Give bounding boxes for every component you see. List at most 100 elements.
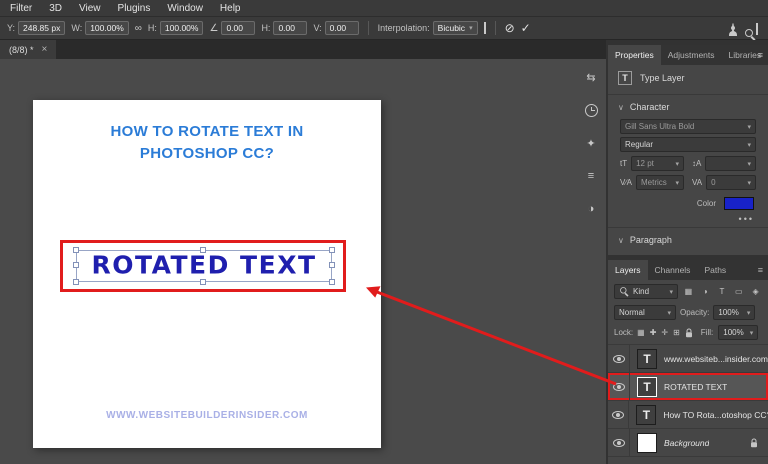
type-layer-row: T Type Layer (608, 65, 768, 91)
history-panel-icon[interactable] (581, 100, 601, 120)
lock-artboard-icon[interactable]: ⊞ (673, 328, 680, 337)
font-size-select[interactable]: 12 pt ▾ (631, 156, 684, 171)
font-style-select[interactable]: Regular ▾ (620, 137, 756, 152)
transform-handle[interactable] (200, 279, 206, 285)
layers-empty-area (608, 457, 768, 464)
kerning-icon: VA (692, 178, 702, 187)
kerning-select[interactable]: 0 ▾ (706, 175, 756, 190)
chevron-down-icon: ▾ (747, 141, 751, 149)
menu-window[interactable]: Window (167, 3, 203, 14)
lock-all-icon[interactable] (685, 328, 693, 338)
share-avatar-icon[interactable] (732, 24, 734, 34)
visibility-toggle[interactable] (608, 345, 630, 372)
layer-row-how-to-rotate[interactable]: T How TO Rota...otoshop CC? (608, 401, 768, 429)
interpolation-select[interactable]: Bicubic ▾ (433, 21, 478, 35)
width-input[interactable]: 100.00% (85, 21, 129, 35)
v-skew-input[interactable]: 0.00 (325, 21, 359, 35)
lock-transparent-pixels-icon[interactable]: ▦ (637, 328, 645, 337)
type-layer-label: Type Layer (640, 73, 685, 83)
menu-plugins[interactable]: Plugins (118, 3, 151, 14)
lock-position-icon[interactable]: ✛ (661, 328, 668, 337)
filter-smart-objects-icon[interactable]: ◈ (749, 285, 762, 299)
canvas-area[interactable]: HOW TO ROTATE TEXT IN PHOTOSHOP CC? ROTA… (0, 59, 606, 464)
chevron-down-icon: ∨ (618, 103, 624, 112)
tracking-select[interactable]: Metrics ▾ (636, 175, 684, 190)
chevron-down-icon: ▾ (747, 123, 751, 131)
layer-filter-kind-select[interactable]: Kind ▾ (614, 284, 678, 299)
menu-help[interactable]: Help (220, 3, 241, 14)
font-family-select[interactable]: Gill Sans Ultra Bold ▾ (620, 119, 756, 134)
lock-image-pixels-icon[interactable]: ✚ (650, 328, 657, 337)
width-label: W: (71, 23, 82, 33)
h-skew-input[interactable]: 0.00 (273, 21, 307, 35)
rotated-text-object[interactable]: ROTATED TEXT (77, 251, 331, 280)
height-input[interactable]: 100.00% (160, 21, 204, 35)
tab-channels[interactable]: Channels (648, 260, 698, 280)
clock-icon (585, 104, 598, 117)
document-tab-title: (8/8) * (9, 45, 34, 55)
tab-paths[interactable]: Paths (697, 260, 733, 280)
right-panels: Properties Adjustments Libraries ≡ T Typ… (608, 45, 768, 464)
workspace-switcher-icon[interactable] (756, 24, 758, 34)
layer-thumbnail: T (636, 405, 656, 425)
rotation-input[interactable]: 0.00 (221, 21, 255, 35)
chevron-down-icon: ∨ (618, 236, 624, 245)
panel-menu-icon[interactable]: ≡ (758, 260, 763, 280)
document-tab[interactable]: (8/8) * × (0, 40, 56, 59)
collapse-panels-icon[interactable]: ⇆ (581, 67, 601, 87)
layers-panel-tabs: Layers Channels Paths ≡ (608, 260, 768, 280)
leading-select[interactable]: ▾ (705, 156, 756, 171)
menu-3d[interactable]: 3D (49, 3, 62, 14)
commit-transform-button[interactable]: ✓ (521, 21, 531, 35)
cancel-transform-button[interactable]: ⊘ (505, 21, 515, 35)
layer-thumbnail: T (637, 377, 657, 397)
fill-select[interactable]: 100% ▾ (718, 325, 758, 340)
close-icon[interactable]: × (42, 44, 48, 55)
font-size-icon: tT (620, 159, 627, 168)
chevron-down-icon: ▾ (469, 24, 473, 32)
tab-layers[interactable]: Layers (608, 260, 648, 280)
layer-name: Background (664, 438, 709, 448)
paragraph-section-header[interactable]: ∨ Paragraph (608, 231, 768, 255)
eye-icon (613, 355, 625, 363)
character-section-header[interactable]: ∨ Character (608, 98, 768, 116)
filter-shape-layers-icon[interactable]: ▭ (732, 285, 745, 299)
visibility-toggle[interactable] (608, 401, 629, 428)
opacity-select[interactable]: 100% ▾ (713, 305, 755, 320)
transform-handle[interactable] (329, 279, 335, 285)
layer-row-background[interactable]: Background (608, 429, 768, 457)
y-input[interactable]: 248.85 px (18, 21, 65, 35)
text-color-swatch[interactable] (724, 197, 754, 210)
warp-mode-toggle[interactable] (484, 23, 486, 33)
chevron-down-icon: ▾ (747, 179, 751, 187)
rotation-field: ∠ 0.00 (209, 21, 255, 35)
visibility-toggle[interactable] (608, 429, 630, 456)
clone-source-panel-icon[interactable]: ≡ (581, 166, 601, 186)
font-size-group: tT 12 pt ▾ (620, 156, 684, 171)
blend-mode-select[interactable]: Normal ▾ (614, 305, 676, 320)
menu-view[interactable]: View (79, 3, 101, 14)
tracking-kerning-row: V∕A Metrics ▾ VA 0 ▾ (620, 175, 756, 190)
layer-row-website-url[interactable]: T www.websiteb...insider.com (608, 345, 768, 373)
maintain-aspect-link-icon[interactable]: ∞ (135, 23, 142, 34)
layer-name: www.websiteb...insider.com (664, 354, 768, 364)
visibility-toggle[interactable] (608, 373, 630, 400)
tracking-group: V∕A Metrics ▾ (620, 175, 684, 190)
layer-filter-row: Kind ▾ ▦ ◑ T ▭ ◈ (608, 280, 768, 303)
more-options[interactable]: ••• (622, 214, 754, 224)
transform-handle[interactable] (73, 279, 79, 285)
adjust-panel-icon[interactable]: ◑ (581, 199, 601, 219)
layer-row-rotated-text[interactable]: T ROTATED TEXT (608, 373, 768, 401)
brushes-panel-icon[interactable]: ✦ (581, 133, 601, 153)
menu-filter[interactable]: Filter (10, 3, 32, 14)
panel-menu-icon[interactable]: ≡ (758, 45, 763, 65)
filter-pixel-layers-icon[interactable]: ▦ (682, 285, 695, 299)
photoshop-window: Filter 3D View Plugins Window Help Y: 24… (0, 0, 768, 464)
tab-properties[interactable]: Properties (608, 45, 661, 65)
filter-adjustment-layers-icon[interactable]: ◑ (699, 285, 712, 299)
filter-type-layers-icon[interactable]: T (716, 285, 729, 299)
tab-adjustments[interactable]: Adjustments (661, 45, 722, 65)
chevron-down-icon: ▾ (669, 288, 673, 296)
layer-thumbnail (637, 433, 657, 453)
properties-panel: Properties Adjustments Libraries ≡ T Typ… (608, 45, 768, 255)
